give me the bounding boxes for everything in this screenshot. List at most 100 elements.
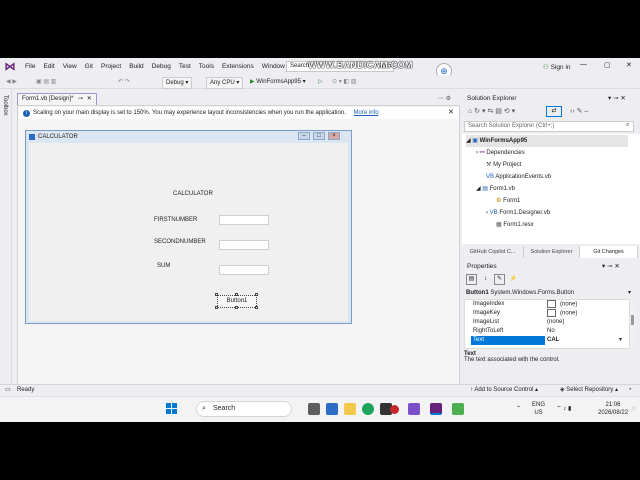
tree-item-form1-designer[interactable]: › VB Form1.Designer.vb bbox=[486, 207, 550, 219]
toolbar-extra-icons[interactable]: ⊙ ▾ ◧ ▨ bbox=[332, 77, 356, 87]
maximize-button[interactable]: ▢ bbox=[604, 61, 611, 69]
property-grid-scrollbar[interactable] bbox=[630, 301, 635, 349]
tree-item-dependencies[interactable]: › ⚯ Dependencies bbox=[476, 147, 525, 159]
object-selector-chevron-icon[interactable]: ▾ bbox=[628, 289, 631, 296]
menu-git[interactable]: Git bbox=[81, 58, 97, 75]
menu-view[interactable]: View bbox=[59, 58, 81, 75]
minimize-button[interactable]: — bbox=[580, 61, 587, 68]
tab-form1-design[interactable]: Form1.vb [Design]* ⊸ ✕ bbox=[17, 93, 97, 105]
task-view-icon[interactable] bbox=[308, 403, 320, 415]
resize-handle-n[interactable] bbox=[235, 293, 238, 296]
sum-label[interactable]: SUM bbox=[157, 263, 170, 269]
app-icon[interactable] bbox=[452, 403, 464, 415]
undo-redo-icon[interactable]: ↶ ↷ bbox=[118, 77, 130, 87]
props-window-controls-icon[interactable]: ▾ ⊸ ✕ bbox=[602, 261, 620, 273]
second-number-label[interactable]: SECONDNUMBER bbox=[154, 239, 206, 245]
menu-tools[interactable]: Tools bbox=[195, 58, 218, 75]
menu-build[interactable]: Build bbox=[125, 58, 147, 75]
sign-in-button[interactable]: ⚇ Sign in bbox=[543, 63, 571, 71]
run-button[interactable]: ▶ WinFormsApp95 ▾ bbox=[250, 77, 306, 87]
visual-studio-logo-icon[interactable]: ⋈ bbox=[3, 60, 17, 74]
prop-row-righttoleft[interactable]: RightToLeft No bbox=[465, 327, 631, 336]
close-tab-icon[interactable]: ✕ bbox=[87, 96, 92, 102]
menu-window[interactable]: Window bbox=[258, 58, 289, 75]
file-explorer-icon[interactable] bbox=[344, 403, 356, 415]
tab-git-changes[interactable]: Git Changes bbox=[580, 246, 638, 258]
prop-row-text[interactable]: Text CAL ▾ bbox=[465, 336, 631, 345]
prop-row-imagekey[interactable]: ImageKey (none) bbox=[465, 309, 631, 318]
properties-object-selector[interactable]: Button1 System.Windows.Forms.Button bbox=[464, 288, 634, 298]
visual-studio-taskbar-icon[interactable] bbox=[408, 403, 420, 415]
resize-handle-se[interactable] bbox=[255, 306, 258, 309]
tree-item-form1-resx[interactable]: ▦ Form1.resx bbox=[496, 219, 534, 231]
first-number-textbox[interactable] bbox=[219, 215, 269, 225]
properties-toolbar: ▤ ↕ ✎ ⚡ bbox=[464, 273, 638, 286]
properties-view-icon[interactable]: ✎ bbox=[494, 274, 505, 285]
prop-value-input[interactable]: CAL bbox=[547, 336, 559, 345]
resize-handle-nw[interactable] bbox=[215, 293, 218, 296]
prop-row-imagelist[interactable]: ImageList (none) bbox=[465, 318, 631, 327]
prop-row-imageindex[interactable]: ImageIndex (none) bbox=[465, 300, 631, 309]
taskbar-search[interactable]: ⌕ Search bbox=[196, 401, 292, 417]
record-icon[interactable] bbox=[390, 405, 399, 414]
se-toolbar-icons[interactable]: ⌂ ↻ ▾ ⇆ ▤ ⟲ ▾ bbox=[468, 107, 515, 115]
menu-test[interactable]: Test bbox=[175, 58, 195, 75]
language-indicator[interactable]: ENG US bbox=[532, 401, 545, 417]
add-source-control-button[interactable]: ↑ Add to Source Control ▴ bbox=[470, 385, 538, 396]
calculator-heading-label[interactable]: CALCULATOR bbox=[173, 191, 213, 197]
close-window-button[interactable]: ✕ bbox=[626, 61, 632, 69]
lang-top: ENG bbox=[532, 402, 546, 408]
toolbox-strip[interactable]: Toolbox bbox=[0, 89, 12, 409]
form-window[interactable]: CALCULATOR – □ × CALCULATOR FIRSTNUMBER … bbox=[25, 130, 352, 324]
first-number-label[interactable]: FIRSTNUMBER bbox=[154, 217, 197, 223]
windows-start-icon[interactable] bbox=[166, 403, 178, 415]
scroll-thumb[interactable] bbox=[631, 315, 634, 325]
edge-icon[interactable] bbox=[326, 403, 338, 415]
start-without-debug-icon[interactable]: ▷ bbox=[318, 77, 323, 87]
tree-item-my-project[interactable]: ⚒ My Project bbox=[486, 159, 521, 171]
tree-item-form1[interactable]: ⚙ Form1 bbox=[496, 195, 520, 207]
platform-dropdown[interactable]: Any CPU ▾ bbox=[206, 77, 244, 89]
network-volume-icon[interactable]: ⌔ ♪ ▮ bbox=[556, 405, 571, 413]
select-repository-button[interactable]: ◈ Select Repository ▴ bbox=[560, 385, 618, 396]
menu-edit[interactable]: Edit bbox=[39, 58, 58, 75]
tab-copilot-chat[interactable]: GitHub Copilot C... bbox=[462, 246, 524, 258]
resize-handle-sw[interactable] bbox=[215, 306, 218, 309]
menu-debug[interactable]: Debug bbox=[148, 58, 175, 75]
menu-project[interactable]: Project bbox=[97, 58, 125, 75]
visual-studio-active-icon[interactable] bbox=[430, 403, 442, 415]
more-info-link[interactable]: More info bbox=[354, 110, 379, 116]
prop-name: RightToLeft bbox=[473, 328, 504, 334]
tab-solution-explorer[interactable]: Solution Explorer bbox=[524, 246, 580, 258]
categorized-icon[interactable]: ▤ bbox=[466, 274, 477, 285]
doc-overflow-icon[interactable]: ⋯ ⚙ bbox=[438, 95, 451, 102]
menu-extensions[interactable]: Extensions bbox=[218, 58, 258, 75]
se-toolbar-icons-right[interactable]: ‹› ✎ – bbox=[570, 107, 588, 115]
config-dropdown[interactable]: Debug ▾ bbox=[162, 77, 193, 89]
notification-bell-icon[interactable]: ◌ bbox=[632, 405, 636, 413]
sum-textbox[interactable] bbox=[219, 265, 269, 275]
close-infobar-icon[interactable]: ✕ bbox=[448, 108, 454, 116]
se-search-icon[interactable]: ⌕ bbox=[626, 122, 629, 129]
chrome-icon[interactable] bbox=[362, 403, 374, 415]
se-window-controls-icon[interactable]: ▾ ⊸ ✕ bbox=[608, 93, 626, 105]
tree-item-solution[interactable]: ◢ ▣ WinFormsApp95 bbox=[466, 135, 628, 147]
tree-item-application-events[interactable]: VB ApplicationEvents.vb bbox=[486, 171, 551, 183]
pin-icon[interactable]: ⊸ bbox=[78, 96, 83, 102]
tree-item-form1vb[interactable]: ◢ ▤ Form1.vb bbox=[476, 183, 515, 195]
sync-icon[interactable]: ⇄ bbox=[546, 106, 562, 117]
resize-handle-s[interactable] bbox=[235, 306, 238, 309]
solution-search-input[interactable]: Search Solution Explorer (Ctrl+;) bbox=[464, 121, 634, 132]
resize-handle-ne[interactable] bbox=[255, 293, 258, 296]
form-client-area[interactable]: CALCULATOR FIRSTNUMBER SECONDNUMBER SUM … bbox=[29, 143, 348, 321]
clock[interactable]: 21:06 2026/08/22 bbox=[598, 401, 628, 417]
alphabetical-icon[interactable]: ↕ bbox=[480, 274, 491, 285]
events-icon[interactable]: ⚡ bbox=[508, 274, 519, 285]
second-number-textbox[interactable] bbox=[219, 240, 269, 250]
nav-back-forward-icon[interactable]: ◀ ▶ bbox=[6, 77, 17, 87]
menu-file[interactable]: File bbox=[21, 58, 39, 75]
prop-dropdown-icon[interactable]: ▾ bbox=[619, 336, 622, 345]
new-save-icon[interactable]: ▣ ▤ ▥ bbox=[36, 77, 56, 87]
notifications-icon[interactable]: ◔ bbox=[628, 385, 632, 396]
tray-chevron-icon[interactable]: ⌃ bbox=[516, 405, 521, 413]
